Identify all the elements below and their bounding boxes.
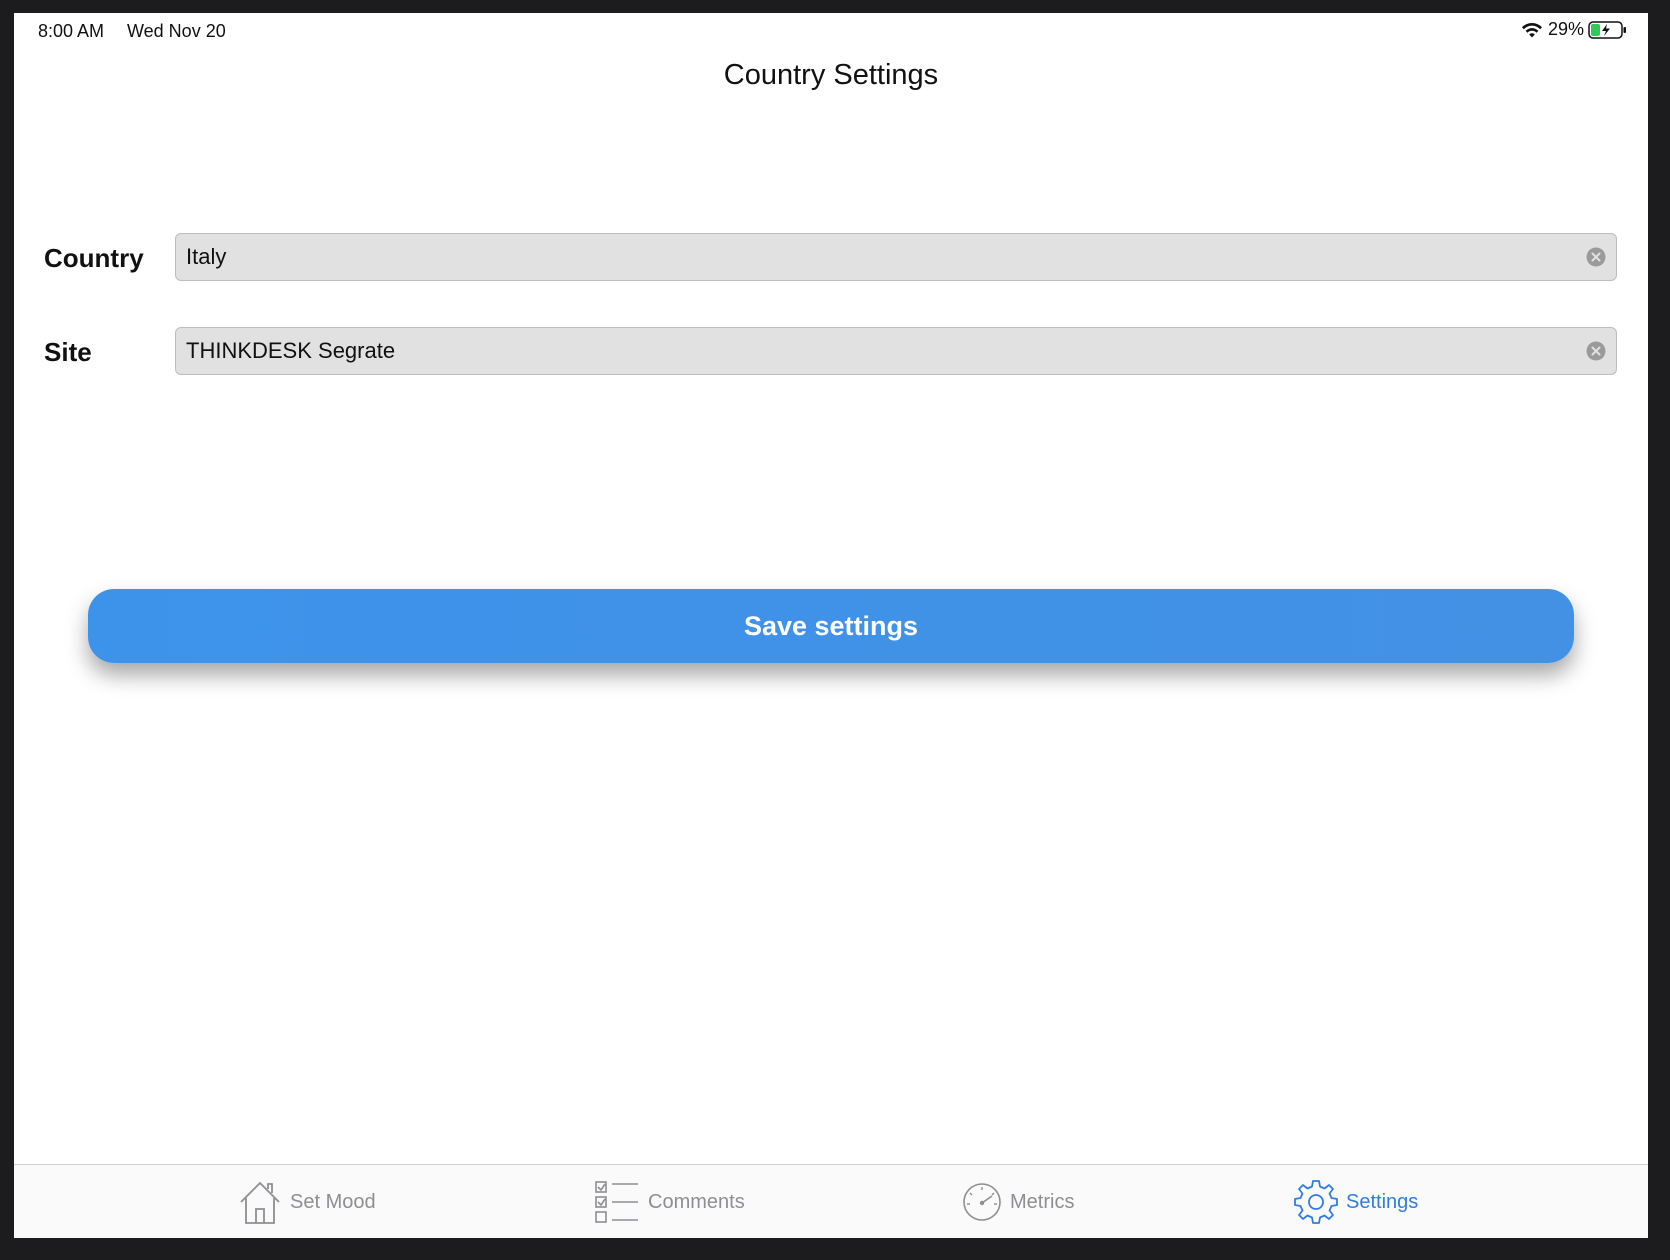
app-screen: 8:00 AM Wed Nov 20 29% Country Settings …	[14, 13, 1648, 1238]
clear-icon[interactable]	[1586, 247, 1606, 267]
status-bar: 8:00 AM Wed Nov 20 29%	[14, 13, 1648, 47]
status-date: Wed Nov 20	[127, 21, 226, 41]
tab-comments-label: Comments	[648, 1190, 745, 1213]
tab-set-mood-label: Set Mood	[290, 1190, 376, 1213]
tab-metrics[interactable]: Metrics	[962, 1165, 1074, 1238]
site-input[interactable]	[186, 328, 1566, 374]
gear-icon	[1294, 1180, 1338, 1224]
tab-metrics-label: Metrics	[1010, 1190, 1075, 1213]
clear-icon[interactable]	[1586, 341, 1606, 361]
site-row: Site	[14, 327, 1648, 377]
tab-settings-label: Settings	[1346, 1190, 1419, 1213]
battery-charging-icon	[1588, 20, 1626, 39]
country-field[interactable]	[175, 233, 1617, 281]
site-label: Site	[44, 337, 92, 367]
site-field[interactable]	[175, 327, 1617, 375]
status-time: 8:00 AM	[38, 21, 105, 41]
country-label: Country	[44, 243, 144, 273]
country-row: Country	[14, 233, 1648, 283]
checklist-icon	[595, 1181, 638, 1223]
page-title: Country Settings	[723, 59, 939, 91]
tab-comments[interactable]: Comments	[594, 1165, 745, 1238]
home-icon	[240, 1182, 280, 1224]
tab-bar: Set Mood Comments Metrics Settings	[14, 1164, 1648, 1238]
battery-percent: 29%	[1547, 19, 1584, 39]
tab-settings[interactable]: Settings	[1294, 1165, 1418, 1238]
status-indicators: 29%	[1520, 19, 1628, 40]
save-settings-button[interactable]: Save settings	[88, 589, 1574, 663]
tab-set-mood[interactable]: Set Mood	[238, 1165, 376, 1238]
wifi-icon	[1521, 22, 1542, 37]
gauge-icon	[963, 1183, 1001, 1221]
country-input[interactable]	[186, 234, 1566, 280]
